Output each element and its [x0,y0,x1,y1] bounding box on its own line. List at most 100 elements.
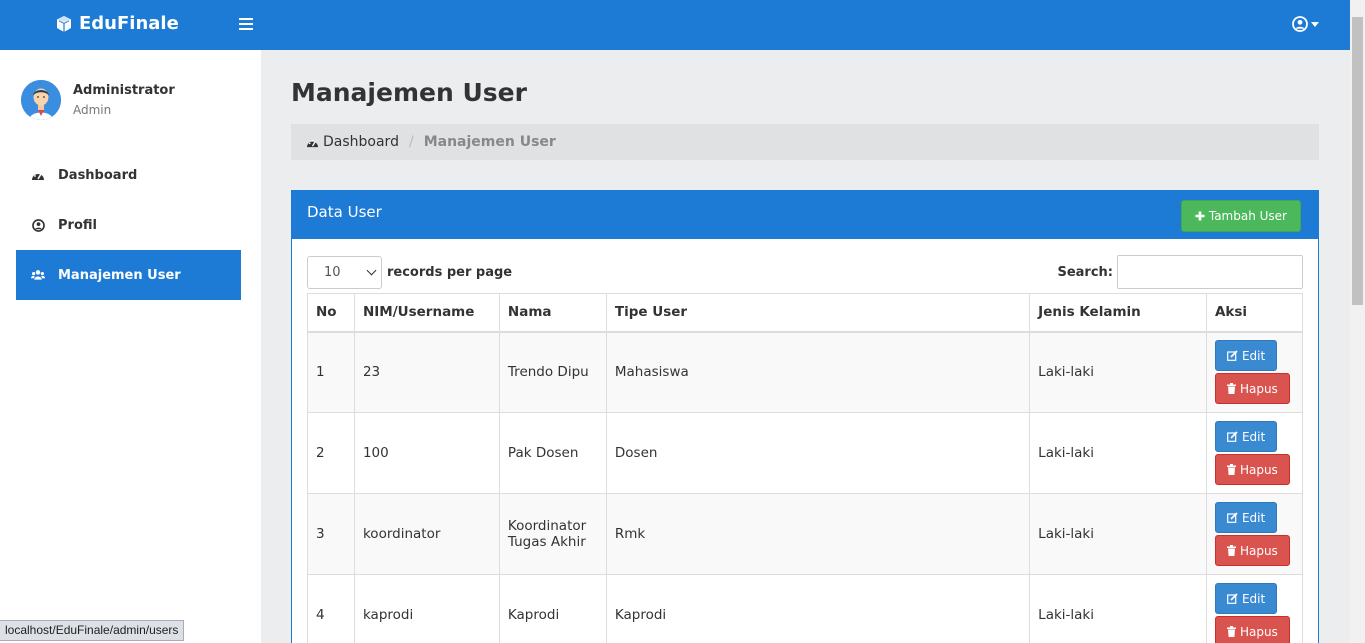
delete-label: Hapus [1239,543,1278,558]
breadcrumb-separator: / [408,134,414,150]
sidebar-profile: Administrator Admin [21,80,175,120]
trash-icon [1226,626,1236,637]
cell-jenis-kelamin: Laki-laki [1029,412,1207,494]
edit-label: Edit [1241,510,1266,525]
edit-button[interactable]: Edit [1214,421,1278,452]
cell-aksi: Edit Hapus [1205,331,1304,413]
edit-icon [1227,350,1238,362]
sidebar-item-profil[interactable]: Profil [16,200,241,250]
table-row: 1 23 Trendo Dipu Mahasiswa Laki-laki Edi… [307,331,1304,413]
brand[interactable]: EduFinale [55,13,179,34]
add-user-label: Tambah User [1208,209,1287,223]
sidebar-item-label: Manajemen User [58,267,181,283]
cell-tipe: Mahasiswa [605,331,1031,413]
delete-button[interactable]: Hapus [1214,616,1290,643]
edit-button[interactable]: Edit [1214,340,1278,372]
sidebar-item-dashboard[interactable]: Dashboard [16,150,241,200]
delete-button[interactable]: Hapus [1214,373,1290,405]
user-circle-icon [1292,16,1308,32]
sidebar-item-label: Dashboard [58,167,138,183]
page-size-value: 10 [324,265,341,280]
edit-icon [1227,593,1238,604]
cell-username: koordinator [353,493,500,575]
column-header-tipe-user[interactable]: Tipe User [605,293,1031,333]
cell-no: 2 [307,412,355,494]
profile-role: Admin [73,103,112,117]
edit-label: Edit [1241,348,1266,363]
panel-title: Data User [307,203,382,221]
breadcrumb-home-label: Dashboard [323,134,399,150]
panel-header: Data User Tambah User [292,191,1318,239]
cell-no: 4 [307,574,355,643]
edit-label: Edit [1241,591,1266,606]
top-navbar: EduFinale [0,0,1350,50]
dashboard-icon [307,139,318,147]
sidebar-item-label: Profil [58,217,97,233]
delete-button[interactable]: Hapus [1214,454,1290,485]
table-row: 3 koordinator Koordinator Tugas Akhir Rm… [307,493,1304,575]
table-row: 4 kaprodi Kaprodi Kaprodi Laki-laki Edit… [307,574,1304,643]
table-row: 2 100 Pak Dosen Dosen Laki-laki Edit Hap… [307,412,1304,494]
delete-label: Hapus [1239,381,1278,396]
avatar [21,80,61,120]
cell-username: 100 [353,412,500,494]
column-header-username[interactable]: NIM/Username [353,293,500,333]
search-label: Search: [1057,264,1113,280]
search-input[interactable] [1117,255,1303,289]
edit-button[interactable]: Edit [1214,583,1278,614]
scrollbar-thumb[interactable] [1352,17,1363,305]
breadcrumb: Dashboard / Manajemen User [291,124,1319,160]
cell-tipe: Rmk [605,493,1031,575]
cell-jenis-kelamin: Laki-laki [1029,574,1207,643]
breadcrumb-home[interactable]: Dashboard [306,134,399,150]
cell-no: 3 [307,493,355,575]
cell-nama: Trendo Dipu [498,331,607,413]
add-user-button[interactable]: Tambah User [1180,200,1301,232]
delete-button[interactable]: Hapus [1214,535,1290,566]
delete-label: Hapus [1239,462,1278,477]
menu-toggle-icon[interactable] [239,18,253,30]
edit-icon [1227,431,1238,442]
cell-aksi: Edit Hapus [1205,574,1304,643]
search-control: Search: [1057,255,1303,289]
page-scrollbar[interactable] [1350,0,1365,643]
cell-tipe: Dosen [605,412,1031,494]
edit-button[interactable]: Edit [1214,502,1278,533]
page-size-select[interactable]: 10 [307,256,382,289]
plus-icon [1195,211,1205,221]
user-circle-icon [31,218,45,232]
cell-jenis-kelamin: Laki-laki [1029,331,1207,413]
cube-icon [57,15,71,32]
chevron-down-icon [366,265,377,276]
user-menu-button[interactable] [1292,16,1319,32]
page-size-control: 10 records per page [307,256,512,289]
cell-username: 23 [353,331,500,413]
profile-name: Administrator [73,83,175,98]
users-icon [31,268,45,282]
brand-name: EduFinale [79,13,179,34]
column-header-aksi: Aksi [1205,293,1304,333]
dashboard-icon [31,168,45,182]
trash-icon [1226,545,1236,556]
cell-no: 1 [307,331,355,413]
page-title: Manajemen User [291,78,527,107]
cell-aksi: Edit Hapus [1205,493,1304,575]
column-header-nama[interactable]: Nama [498,293,607,333]
browser-status-url: localhost/EduFinale/admin/users [0,620,185,641]
column-header-no[interactable]: No [307,293,355,333]
cell-nama: Pak Dosen [498,412,607,494]
cell-jenis-kelamin: Laki-laki [1029,493,1207,575]
cell-aksi: Edit Hapus [1205,412,1304,494]
cell-nama: Koordinator Tugas Akhir [498,493,607,575]
trash-icon [1226,383,1236,395]
sidebar: Administrator Admin Dashboard Profil Man… [0,50,261,643]
trash-icon [1226,464,1236,475]
records-per-page-label: records per page [387,265,513,280]
delete-label: Hapus [1239,624,1278,639]
sidebar-item-manajemen-user[interactable]: Manajemen User [16,250,241,300]
cell-username: kaprodi [353,574,500,643]
edit-label: Edit [1241,429,1266,444]
column-header-jenis-kelamin[interactable]: Jenis Kelamin [1029,293,1207,333]
data-user-panel: Data User Tambah User 10 records per pag… [291,190,1319,643]
table-header-row: No NIM/Username Nama Tipe User Jenis Kel… [307,293,1304,333]
